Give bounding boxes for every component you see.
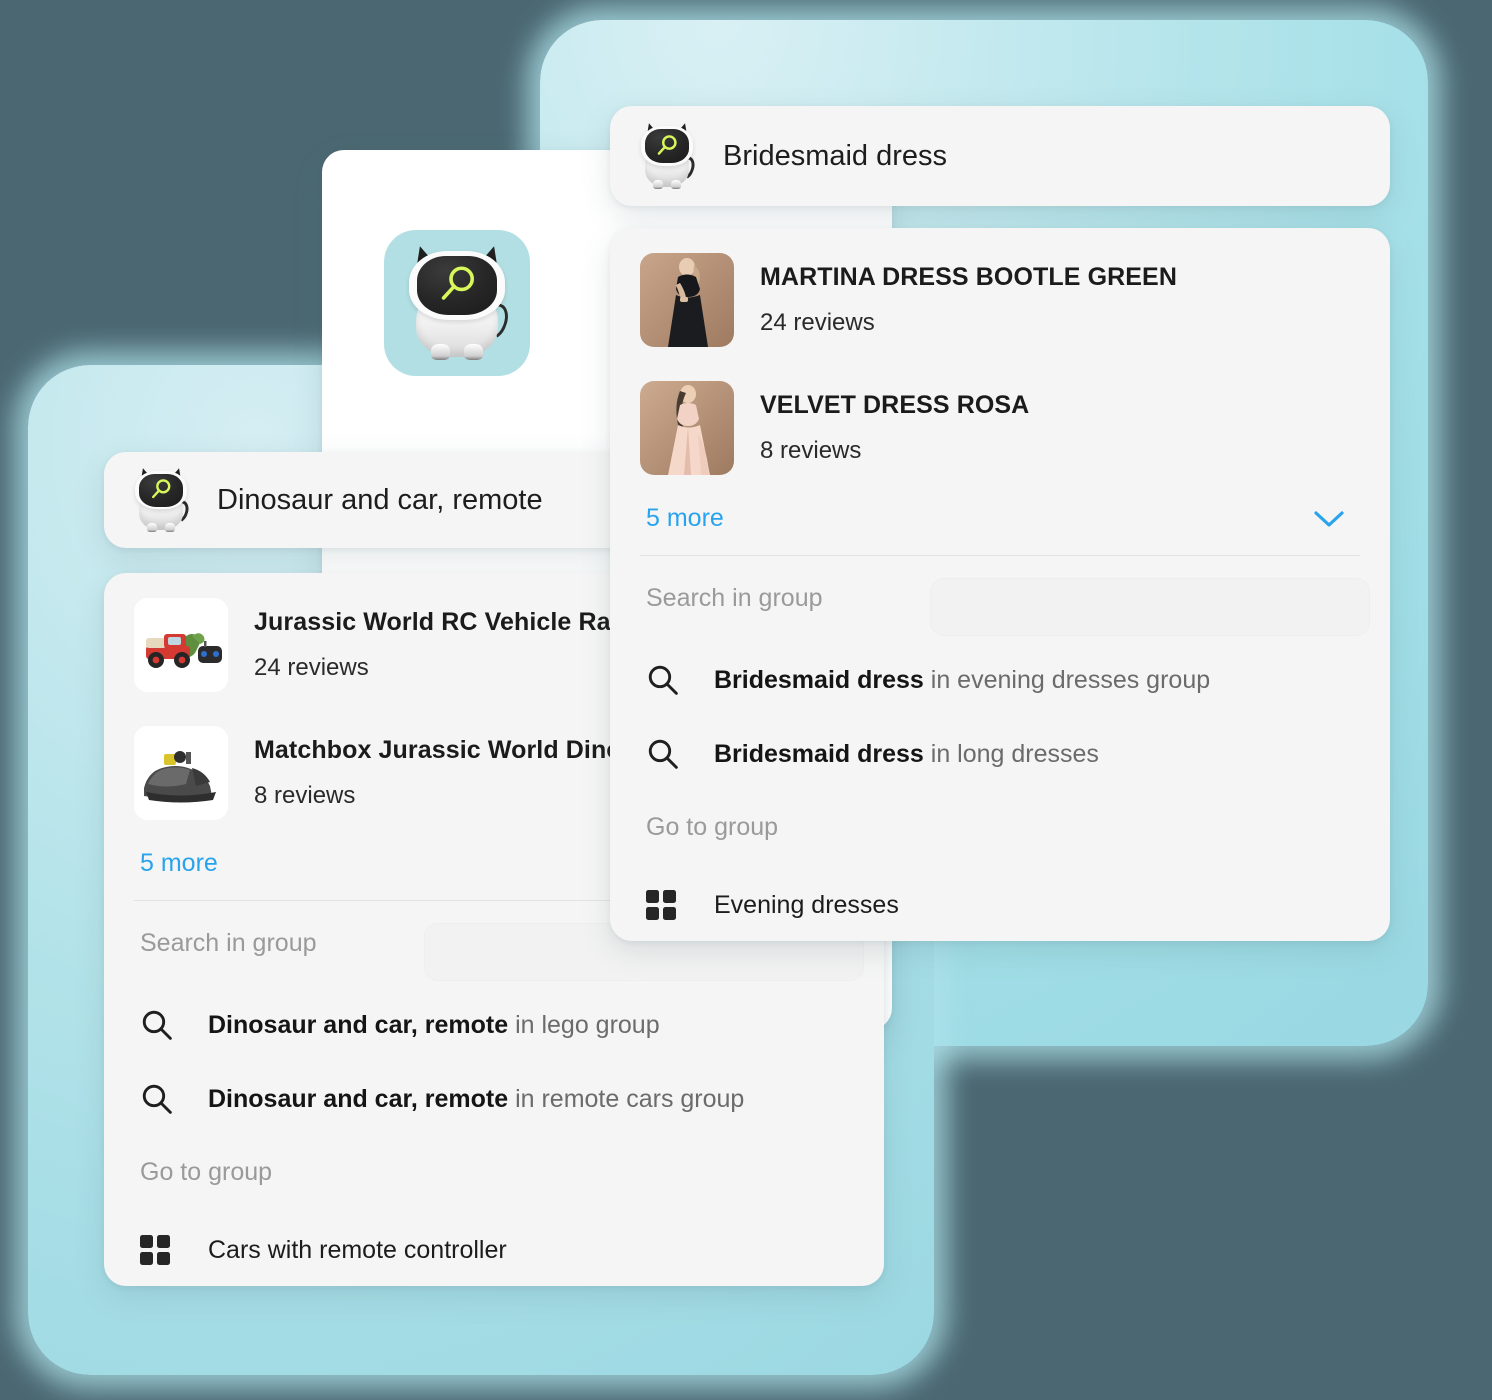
toy-search-query-text: Dinosaur and car, remote (217, 483, 543, 516)
toy-go-to-group-heading: Go to group (140, 1158, 273, 1186)
dress-go-to-group-heading: Go to group (646, 813, 779, 841)
suggestion-query: Dinosaur and car, remote (208, 1010, 509, 1039)
suggestion-scope: in evening dresses group (930, 665, 1211, 694)
suggestion-scope: in remote cars group (515, 1084, 745, 1113)
search-icon (648, 665, 678, 695)
toy-suggestion-row[interactable]: Dinosaur and car, remote in remote cars … (104, 1062, 884, 1136)
dress-suggestion-row[interactable]: Bridesmaid dress in long dresses (610, 717, 1390, 791)
toy-suggestion-text: Dinosaur and car, remote in remote cars … (208, 1085, 744, 1114)
toy-group-row[interactable]: Cars with remote controller (104, 1213, 884, 1286)
product-title: VELVET DRESS ROSA (760, 391, 1030, 419)
toy-suggestion-row[interactable]: Dinosaur and car, remote in lego group (104, 988, 884, 1062)
dress-suggestion-row[interactable]: Bridesmaid dress in evening dresses grou… (610, 643, 1390, 717)
suggestion-scope: in lego group (515, 1010, 660, 1039)
suggestion-scope: in long dresses (930, 739, 1099, 768)
toy-group-name: Cars with remote controller (208, 1235, 507, 1264)
suggestion-query: Bridesmaid dress (714, 665, 924, 694)
grid-icon (646, 890, 676, 920)
list-item[interactable]: VELVET DRESS ROSA 8 reviews (610, 366, 1390, 490)
toy-suggestion-text: Dinosaur and car, remote in lego group (208, 1011, 660, 1040)
product-review-count: 24 reviews (760, 309, 875, 336)
dress-group-row[interactable]: Evening dresses (610, 868, 1390, 941)
app-icon-tile[interactable] (384, 230, 530, 376)
grid-icon (140, 1235, 170, 1265)
dress-search-in-group-field[interactable] (930, 578, 1370, 636)
chevron-down-icon[interactable] (1312, 508, 1346, 530)
rose-velvet-dress-thumbnail (640, 381, 734, 475)
black-evening-dress-thumbnail (640, 253, 734, 347)
list-item[interactable]: MARTINA DRESS BOOTLE GREEN 24 reviews (610, 238, 1390, 362)
more-label: 5 more (140, 849, 218, 877)
suggestion-query: Bridesmaid dress (714, 739, 924, 768)
mascot-search-icon (130, 466, 192, 533)
mascot-search-icon (636, 121, 698, 190)
dress-group-name: Evening dresses (714, 890, 899, 919)
product-review-count: 8 reviews (760, 437, 862, 464)
suggestion-query: Dinosaur and car, remote (208, 1084, 509, 1113)
dress-suggestion-text: Bridesmaid dress in long dresses (714, 740, 1099, 769)
dress-results-dropdown: MARTINA DRESS BOOTLE GREEN 24 reviews VE… (610, 228, 1390, 941)
product-title: Jurassic World RC Vehicle Raptor (254, 608, 660, 636)
rc-jeep-raptor-thumbnail (134, 598, 228, 692)
more-label: 5 more (646, 504, 724, 532)
product-review-count: 24 reviews (254, 654, 369, 681)
dress-search-query-text: Bridesmaid dress (723, 139, 948, 172)
magnifier-glyph (441, 266, 474, 300)
search-icon (648, 739, 678, 769)
dress-search-bar-card[interactable]: Bridesmaid dress (610, 106, 1390, 206)
dress-suggestion-text: Bridesmaid dress in evening dresses grou… (714, 666, 1210, 695)
magnifier-glyph (657, 134, 677, 155)
search-icon (142, 1010, 172, 1040)
dino-transporter-thumbnail (134, 726, 228, 820)
mascot-search-icon (400, 244, 514, 362)
magnifier-glyph (152, 479, 171, 499)
product-title: MARTINA DRESS BOOTLE GREEN (760, 263, 1177, 291)
dress-show-more-button[interactable]: 5 more (610, 490, 1390, 555)
search-icon (142, 1084, 172, 1114)
